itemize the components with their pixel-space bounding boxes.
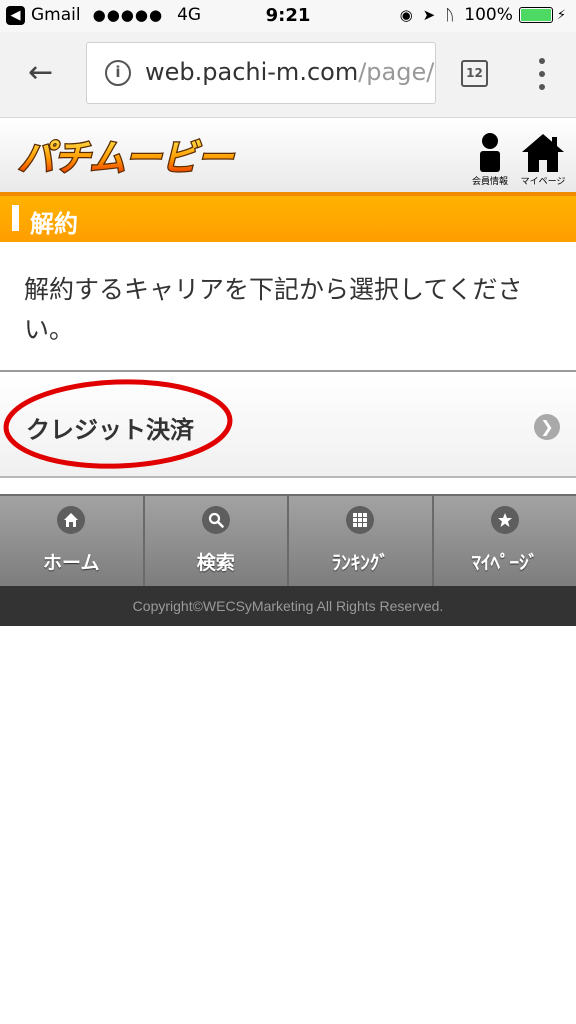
- svg-text:パチムービー: パチムービー: [18, 138, 234, 179]
- section-title-bar: 解約: [0, 196, 576, 242]
- house-icon: [522, 134, 564, 172]
- bluetooth-icon: ᚢ: [445, 6, 455, 24]
- overflow-menu-icon[interactable]: [535, 58, 549, 90]
- bottom-navigation: ホーム 検索 ﾗﾝｷﾝｸﾞ ﾏｲﾍﾟｰｼﾞ: [0, 494, 576, 586]
- home-icon: [57, 506, 86, 534]
- mypage-label: マイページ: [520, 177, 566, 187]
- rotation-lock-icon: ◉: [399, 6, 413, 24]
- url-bar[interactable]: i web.pachi-m.com/page/n: [86, 42, 436, 104]
- title-marker: [12, 205, 19, 231]
- search-icon: [201, 506, 230, 534]
- nav-mypage[interactable]: ﾏｲﾍﾟｰｼﾞ: [433, 494, 576, 586]
- nav-mypage-label: ﾏｲﾍﾟｰｼﾞ: [471, 552, 538, 574]
- site-header: パチムービー 会員情報 マイページ: [0, 118, 576, 192]
- battery-icon: [518, 7, 553, 23]
- site-logo[interactable]: パチムービー: [12, 132, 260, 180]
- nav-home-label: ホーム: [43, 552, 100, 574]
- charging-icon: ⚡: [556, 7, 566, 23]
- nav-ranking[interactable]: ﾗﾝｷﾝｸﾞ: [289, 494, 434, 586]
- member-info-label: 会員情報: [471, 177, 508, 187]
- carrier-label: クレジット決済: [26, 416, 194, 444]
- nav-search[interactable]: 検索: [144, 494, 289, 586]
- location-icon: ➤: [422, 6, 436, 24]
- tab-switcher-button[interactable]: 12: [461, 60, 488, 87]
- nav-home[interactable]: ホーム: [0, 494, 145, 586]
- url-text[interactable]: web.pachi-m.com/page/n: [145, 58, 435, 86]
- chevron-right-icon: ❯: [534, 414, 560, 440]
- battery-percent: 100%: [464, 5, 513, 25]
- info-icon[interactable]: i: [105, 60, 131, 86]
- nav-search-label: 検索: [196, 552, 235, 574]
- status-bar: ◀ Gmail ●●●●● 4G 9:21 ◉ ➤ ᚢ 100% ⚡: [0, 0, 576, 32]
- browser-toolbar: ← i web.pachi-m.com/page/n 12: [0, 32, 576, 118]
- list-divider: [0, 370, 576, 372]
- carrier-item-credit[interactable]: クレジット決済 ❯: [0, 374, 576, 478]
- star-icon: [490, 506, 519, 534]
- status-right: ◉ ➤ ᚢ 100% ⚡: [400, 5, 566, 25]
- nav-ranking-label: ﾗﾝｷﾝｸﾞ: [331, 552, 389, 574]
- instruction-text: 解約するキャリアを下記から選択してください。: [24, 275, 523, 344]
- section-title: 解約: [30, 210, 78, 238]
- footer-copyright: Copyright©WECSyMarketing All Rights Rese…: [0, 586, 576, 626]
- member-info-link[interactable]: 会員情報: [465, 130, 515, 187]
- back-arrow-icon[interactable]: ←: [28, 58, 53, 88]
- grid-icon: [346, 506, 375, 534]
- person-icon: [480, 133, 500, 172]
- url-domain: web.pachi-m.com: [145, 58, 359, 86]
- mypage-link[interactable]: マイページ: [518, 130, 568, 187]
- url-path: /page/n: [358, 58, 435, 86]
